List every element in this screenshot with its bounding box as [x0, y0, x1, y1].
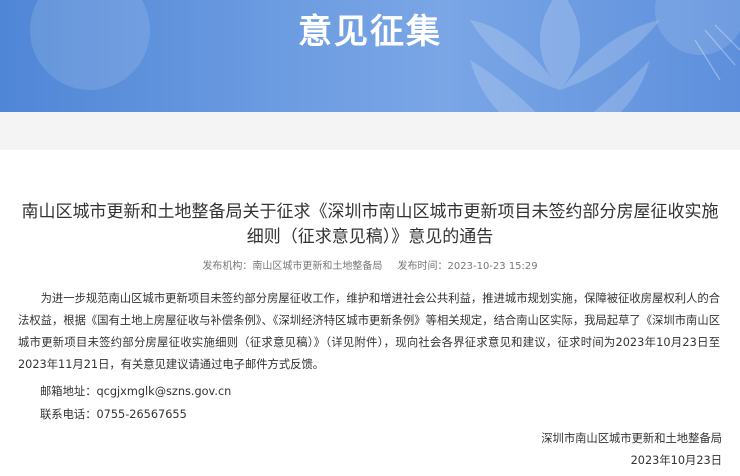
header-banner: 意见征集: [0, 0, 740, 112]
signature-date: 2023年10月23日: [630, 454, 722, 467]
publisher-text: 发布机构：南山区城市更新和土地整备局: [202, 261, 383, 272]
contact-email: 邮箱地址：qcgjxmglk@szns.gov.cn: [40, 385, 232, 398]
article-meta: 发布机构：南山区城市更新和土地整备局 发布时间：2023-10-23 15:29: [0, 257, 740, 272]
signature: 深圳市南山区城市更新和土地整备局: [541, 432, 722, 445]
article-title-line-2: 细则（征求意见稿）》意见的通告: [246, 227, 494, 247]
banner-title: 意见征集: [298, 12, 442, 52]
article-title: 南山区城市更新和土地整备局关于征求《深圳市南山区城市更新项目未签约部分房屋征收实…: [20, 200, 720, 250]
article-body: 为进一步规范南山区城市更新项目未签约部分房屋征收工作，维护和增进社会公共利益，推…: [18, 288, 720, 376]
article: 南山区城市更新和土地整备局关于征求《深圳市南山区城市更新项目未签约部分房屋征收实…: [0, 150, 740, 476]
publish-time-text: 发布时间：2023-10-23 15:29: [397, 261, 538, 272]
article-title-line-1: 南山区城市更新和土地整备局关于征求《深圳市南山区城市更新项目未签约部分房屋征收实…: [21, 202, 719, 222]
breadcrumb-bar: [0, 112, 740, 151]
contact-phone: 联系电话：0755-26567655: [40, 408, 187, 421]
body-paragraph: 为进一步规范南山区城市更新项目未签约部分房屋征收工作，维护和增进社会公共利益，推…: [18, 292, 720, 371]
